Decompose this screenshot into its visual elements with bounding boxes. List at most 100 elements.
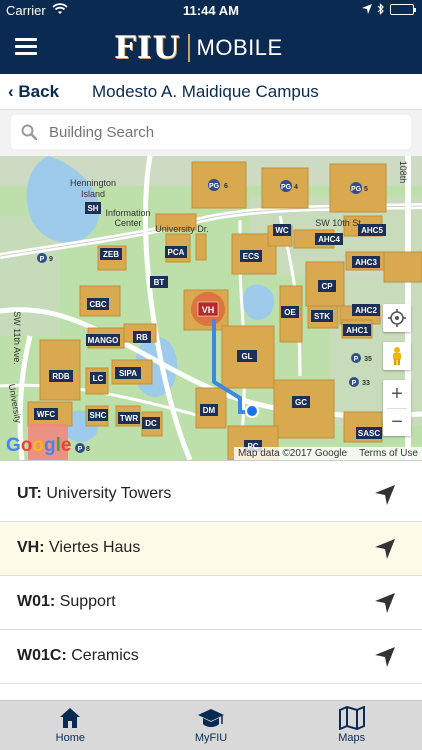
map-label-gl[interactable]: GL bbox=[241, 352, 252, 361]
map-label-oe[interactable]: OE bbox=[284, 308, 296, 317]
map-label-ahc3[interactable]: AHC3 bbox=[355, 258, 377, 267]
logo-text: FIU bbox=[114, 30, 181, 66]
map-label-cbc[interactable]: CBC bbox=[89, 300, 107, 309]
app-header: FIU MOBILE bbox=[0, 22, 422, 74]
app-name: MOBILE bbox=[196, 35, 283, 60]
navigation-arrow-icon[interactable] bbox=[374, 538, 396, 560]
search-box[interactable] bbox=[11, 115, 411, 149]
map-label-sw-10th: SW 10th St bbox=[315, 218, 361, 228]
terms-of-use-link[interactable]: Terms of Use bbox=[359, 448, 418, 459]
map-label-ahc4[interactable]: AHC4 bbox=[318, 235, 340, 244]
tab-label: Home bbox=[55, 732, 85, 744]
list-item[interactable]: W01C: Ceramics bbox=[0, 630, 422, 684]
tab-home[interactable]: Home bbox=[0, 701, 141, 750]
list-top-divider bbox=[0, 460, 422, 468]
search-input[interactable] bbox=[49, 123, 379, 141]
zoom-in-button[interactable]: + bbox=[391, 380, 403, 408]
map-label-shc[interactable]: SHC bbox=[90, 411, 107, 420]
svg-text:PG: PG bbox=[209, 183, 220, 190]
parking-pg6-icon[interactable]: PG bbox=[208, 179, 220, 191]
svg-text:9: 9 bbox=[49, 256, 53, 263]
svg-text:33: 33 bbox=[362, 380, 370, 387]
crosshair-icon bbox=[388, 309, 406, 327]
parking-p35-icon[interactable]: P bbox=[351, 353, 361, 363]
building-code: VH: bbox=[17, 539, 45, 556]
navigation-arrow-icon[interactable] bbox=[374, 592, 396, 614]
zoom-out-button[interactable]: − bbox=[391, 409, 403, 436]
navigation-arrow-icon[interactable] bbox=[374, 484, 396, 506]
map-label-twr[interactable]: TWR bbox=[120, 414, 138, 423]
street-view-button[interactable] bbox=[383, 342, 411, 370]
map-label-ahc2[interactable]: AHC2 bbox=[355, 306, 377, 315]
back-label: Back bbox=[18, 82, 60, 101]
map-label-lc[interactable]: LC bbox=[93, 374, 104, 383]
parking-p33-icon[interactable]: P bbox=[349, 377, 359, 387]
back-bar: ‹ Back Modesto A. Maidique Campus bbox=[0, 74, 422, 110]
parking-pg5-icon[interactable]: PG bbox=[350, 182, 362, 194]
map-label-dc[interactable]: DC bbox=[145, 419, 157, 428]
building-code: UT: bbox=[17, 485, 42, 502]
campus-map[interactable]: VH Hennington Island Information Center … bbox=[0, 156, 422, 460]
map-label-sh[interactable]: SH bbox=[87, 204, 98, 213]
map-label-sipa[interactable]: SIPA bbox=[119, 369, 137, 378]
map-label-bt[interactable]: BT bbox=[154, 278, 165, 287]
chevron-left-icon: ‹ bbox=[8, 82, 14, 101]
map-label-rb[interactable]: RB bbox=[136, 333, 148, 342]
map-label-hennington: Hennington bbox=[70, 178, 116, 188]
building-name: Ceramics bbox=[71, 647, 139, 664]
clock: 11:44 AM bbox=[183, 3, 239, 18]
logo-divider bbox=[187, 34, 190, 62]
svg-text:6: 6 bbox=[224, 183, 228, 190]
search-bar bbox=[0, 110, 422, 156]
map-label-information: Information bbox=[105, 208, 150, 218]
map-label-ecs[interactable]: ECS bbox=[243, 252, 260, 261]
zoom-control: + − bbox=[383, 380, 411, 436]
building-list: UT: University Towers VH: Viertes Haus W… bbox=[0, 468, 422, 684]
building-name: Support bbox=[59, 593, 116, 610]
building-code: W01: bbox=[17, 593, 56, 610]
svg-text:5: 5 bbox=[364, 186, 368, 193]
my-location-button[interactable] bbox=[383, 304, 411, 332]
parking-p9-icon[interactable]: P bbox=[37, 253, 47, 263]
location-arrow-icon bbox=[362, 4, 372, 14]
fiu-mobile-logo: FIU MOBILE bbox=[114, 30, 283, 66]
hamburger-icon[interactable] bbox=[15, 38, 37, 56]
status-bar: Carrier 11:44 AM bbox=[0, 0, 422, 22]
map-label-pca[interactable]: PCA bbox=[168, 248, 185, 257]
tab-bar: Home MyFIU Maps bbox=[0, 700, 422, 750]
map-label-zeb[interactable]: ZEB bbox=[103, 250, 119, 259]
tab-label: Maps bbox=[338, 732, 366, 744]
navigation-arrow-icon[interactable] bbox=[374, 646, 396, 668]
map-label-vh[interactable]: VH bbox=[202, 305, 215, 315]
map-label-sasc[interactable]: SASC bbox=[358, 429, 380, 438]
map-label-rdb[interactable]: RDB bbox=[52, 372, 70, 381]
list-item[interactable]: VH: Viertes Haus bbox=[0, 522, 422, 576]
tab-myfiu[interactable]: MyFIU bbox=[141, 701, 282, 750]
svg-text:8: 8 bbox=[86, 446, 90, 453]
map-label-mango[interactable]: MANGO bbox=[88, 336, 119, 345]
map-label-island: Island bbox=[81, 189, 105, 199]
tab-label: MyFIU bbox=[194, 732, 228, 744]
tab-maps[interactable]: Maps bbox=[281, 701, 422, 750]
map-label-wfc[interactable]: WFC bbox=[37, 410, 55, 419]
map-label-gc[interactable]: GC bbox=[295, 398, 307, 407]
parking-p8-icon[interactable]: P bbox=[75, 443, 85, 453]
map-label-stk[interactable]: STK bbox=[314, 312, 330, 321]
map-label-ahc5[interactable]: AHC5 bbox=[361, 226, 383, 235]
svg-text:PG: PG bbox=[351, 186, 362, 193]
parking-pg4-icon[interactable]: PG bbox=[280, 180, 292, 192]
map-icon bbox=[338, 706, 365, 730]
list-item[interactable]: UT: University Towers bbox=[0, 468, 422, 522]
map-label-ahc1[interactable]: AHC1 bbox=[346, 326, 368, 335]
map-label-wc[interactable]: WC bbox=[275, 226, 289, 235]
graduation-cap-icon bbox=[198, 709, 224, 727]
map-data-credit: Map data ©2017 Google bbox=[237, 448, 348, 459]
map-label-dm[interactable]: DM bbox=[203, 406, 216, 415]
building-name: University Towers bbox=[46, 485, 172, 502]
map-label-cp[interactable]: CP bbox=[321, 282, 333, 291]
back-button[interactable]: ‹ Back bbox=[8, 82, 59, 102]
map-label-sw-11th: SW 11th Ave. bbox=[12, 311, 22, 365]
list-item[interactable]: W01: Support bbox=[0, 576, 422, 630]
map-label-center: Center bbox=[114, 218, 141, 228]
building-name: Viertes Haus bbox=[49, 539, 141, 556]
